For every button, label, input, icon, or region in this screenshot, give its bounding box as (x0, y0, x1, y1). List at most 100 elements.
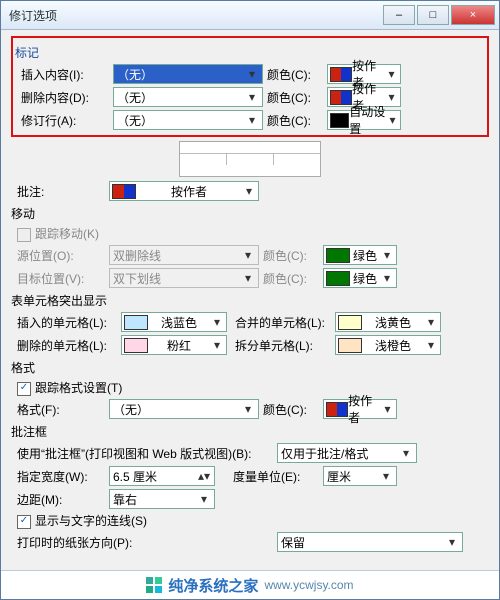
row-showlines: 显示与文字的连线(S) (11, 512, 489, 529)
chevron-down-icon: ▾ (424, 315, 438, 329)
chevron-down-icon: ▾ (380, 271, 394, 285)
track-format-label: 跟踪格式设置(T) (35, 381, 122, 395)
maximize-button[interactable]: □ (417, 5, 449, 25)
row-annot: 批注: 按作者▾ (11, 181, 489, 201)
chevron-down-icon: ▾ (385, 67, 398, 81)
logo-icon (146, 577, 162, 593)
margin-combo[interactable]: 靠右▾ (109, 489, 215, 509)
cell-ins-combo[interactable]: 浅蓝色▾ (121, 312, 227, 332)
row-balloon-use: 使用“批注框”(打印视图和 Web 版式视图)(B): 仅用于批注/格式▾ (11, 443, 489, 463)
balloon-use-label: 使用“批注框”(打印视图和 Web 版式视图)(B): (17, 445, 277, 462)
swatch-icon (326, 271, 350, 286)
swatch-icon (338, 338, 362, 353)
margin-label: 边距(M): (17, 491, 109, 508)
show-lines-checkbox[interactable] (17, 515, 31, 529)
chevron-down-icon: ▾ (381, 402, 394, 416)
row-cell-ins: 插入的单元格(L): 浅蓝色▾ 合并的单元格(L): 浅黄色▾ (11, 312, 489, 332)
row-tgt: 目标位置(V): 双下划线▾ 颜色(C): 绿色▾ (11, 268, 489, 288)
swatch-icon (326, 248, 350, 263)
insert-label: 插入内容(I): (21, 66, 113, 83)
row-paper: 打印时的纸张方向(P): 保留▾ (11, 532, 489, 552)
swatch-icon (330, 113, 349, 128)
row-track-move: 跟踪移动(K) (11, 225, 489, 242)
swatch-icon (326, 402, 348, 417)
annot-combo[interactable]: 按作者▾ (109, 181, 259, 201)
swatch-icon (338, 315, 362, 330)
swatch-icon (124, 338, 148, 353)
src-color-combo[interactable]: 绿色▾ (323, 245, 397, 265)
row-revision: 修订行(A): （无）▾ 颜色(C): 自动设置▾ (15, 110, 485, 130)
watermark-bar: 纯净系统之家 www.ycwjsy.com (1, 570, 499, 599)
cell-split-combo[interactable]: 浅橙色▾ (335, 335, 441, 355)
cell-ins-label: 插入的单元格(L): (17, 314, 121, 331)
titlebar[interactable]: 修订选项 – □ × (1, 1, 499, 30)
chevron-down-icon: ▾ (241, 402, 255, 416)
row-cell-del: 删除的单元格(L): 粉红▾ 拆分单元格(L): 浅橙色▾ (11, 335, 489, 355)
width-label: 指定宽度(W): (17, 468, 109, 485)
fmt-color-label: 颜色(C): (263, 401, 323, 418)
watermark-url: www.ycwjsy.com (264, 578, 353, 592)
chevron-down-icon: ▾ (385, 90, 398, 104)
dialog-window: 修订选项 – □ × 标记 插入内容(I): （无）▾ 颜色(C): 按作者▾ (0, 0, 500, 600)
src-color-label: 颜色(C): (263, 247, 323, 264)
highlight-box: 标记 插入内容(I): （无）▾ 颜色(C): 按作者▾ 删除内容(D): （无… (11, 36, 489, 137)
chevron-down-icon: ▾ (245, 67, 259, 81)
revision-color-combo[interactable]: 自动设置▾ (327, 110, 401, 130)
tgt-color-label: 颜色(C): (263, 270, 323, 287)
track-move-label: 跟踪移动(K) (35, 227, 99, 241)
chevron-down-icon: ▾ (210, 338, 224, 352)
src-combo[interactable]: 双删除线▾ (109, 245, 259, 265)
chevron-down-icon: ▾ (399, 446, 413, 460)
window-buttons: – □ × (381, 5, 495, 25)
cell-split-label: 拆分单元格(L): (235, 337, 335, 354)
tgt-combo[interactable]: 双下划线▾ (109, 268, 259, 288)
section-move: 移动 (11, 205, 489, 222)
minimize-button[interactable]: – (383, 5, 415, 25)
balloon-use-combo[interactable]: 仅用于批注/格式▾ (277, 443, 417, 463)
paper-label: 打印时的纸张方向(P): (17, 534, 177, 551)
chevron-down-icon: ▾ (242, 184, 256, 198)
preview-area (11, 141, 489, 177)
annot-label: 批注: (17, 183, 109, 200)
chevron-down-icon: ▾ (210, 315, 224, 329)
tgt-label: 目标位置(V): (17, 270, 109, 287)
row-fmt: 格式(F): （无）▾ 颜色(C): 按作者▾ (11, 399, 489, 419)
width-spinner[interactable]: 6.5 厘米▴▾ (109, 466, 215, 486)
watermark-text: 纯净系统之家 (168, 575, 258, 596)
delete-combo[interactable]: （无）▾ (113, 87, 263, 107)
unit-combo[interactable]: 厘米▾ (323, 466, 397, 486)
swatch-icon (124, 315, 148, 330)
chevron-down-icon: ▾ (197, 492, 211, 506)
section-mark: 标记 (15, 44, 485, 61)
paper-combo[interactable]: 保留▾ (277, 532, 463, 552)
chevron-down-icon: ▾ (245, 90, 259, 104)
chevron-down-icon: ▾ (380, 248, 394, 262)
swatch-icon (330, 67, 352, 82)
track-move-checkbox[interactable] (17, 228, 31, 242)
fmt-color-combo[interactable]: 按作者▾ (323, 399, 397, 419)
revision-combo[interactable]: （无）▾ (113, 110, 263, 130)
chevron-down-icon: ▾ (379, 469, 393, 483)
chevron-down-icon: ▾ (445, 535, 459, 549)
window-title: 修订选项 (9, 7, 381, 24)
tgt-color-combo[interactable]: 绿色▾ (323, 268, 397, 288)
unit-label: 度量单位(E): (233, 468, 323, 485)
insert-combo[interactable]: （无）▾ (113, 64, 263, 84)
track-format-checkbox[interactable] (17, 382, 31, 396)
delete-color-label: 颜色(C): (267, 89, 327, 106)
cell-merge-combo[interactable]: 浅黄色▾ (335, 312, 441, 332)
insert-color-label: 颜色(C): (267, 66, 327, 83)
fmt-label: 格式(F): (17, 401, 109, 418)
row-track-format: 跟踪格式设置(T) (11, 379, 489, 396)
revision-label: 修订行(A): (21, 112, 113, 129)
chevron-down-icon: ▾ (424, 338, 438, 352)
close-button[interactable]: × (451, 5, 495, 25)
cell-del-combo[interactable]: 粉红▾ (121, 335, 227, 355)
cell-merge-label: 合并的单元格(L): (235, 314, 335, 331)
delete-label: 删除内容(D): (21, 89, 113, 106)
fmt-combo[interactable]: （无）▾ (109, 399, 259, 419)
row-insert: 插入内容(I): （无）▾ 颜色(C): 按作者▾ (15, 64, 485, 84)
row-width: 指定宽度(W): 6.5 厘米▴▾ 度量单位(E): 厘米▾ (11, 466, 489, 486)
row-src: 源位置(O): 双删除线▾ 颜色(C): 绿色▾ (11, 245, 489, 265)
section-balloon: 批注框 (11, 423, 489, 440)
